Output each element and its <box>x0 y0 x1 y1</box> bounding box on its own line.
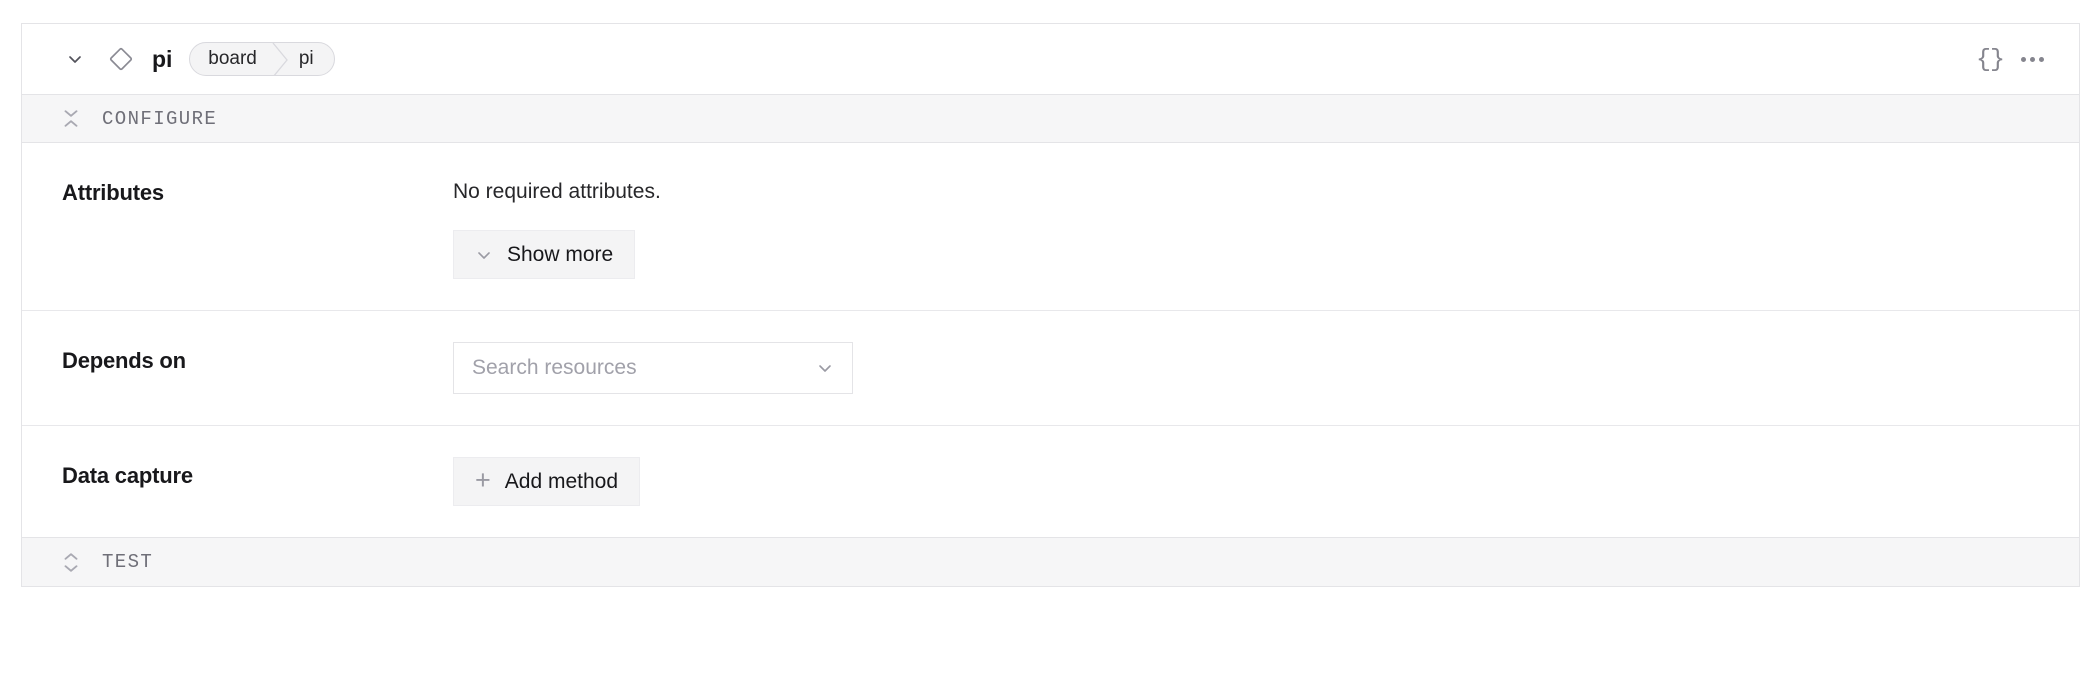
show-more-label: Show more <box>507 242 614 266</box>
diamond-icon <box>106 44 136 74</box>
chevron-down-icon[interactable] <box>815 358 835 378</box>
resource-header: pi board pi {} <box>22 24 2079 94</box>
section-title-configure: CONFIGURE <box>102 107 218 130</box>
breadcrumb[interactable]: board pi <box>189 42 335 76</box>
add-method-button[interactable]: + Add method <box>453 457 641 507</box>
depends-on-placeholder: Search resources <box>472 356 637 380</box>
row-attributes: Attributes No required attributes. Show … <box>22 143 2079 312</box>
row-depends-on: Depends on Search resources <box>22 311 2079 427</box>
row-body-depends-on: Search resources <box>453 342 2039 395</box>
chevron-down-icon[interactable] <box>62 46 88 72</box>
breadcrumb-separator-icon <box>272 43 289 75</box>
expand-icon <box>60 549 82 575</box>
section-header-test[interactable]: TEST <box>22 537 2079 587</box>
breadcrumb-child[interactable]: pi <box>289 43 334 75</box>
chevron-down-icon <box>475 246 493 264</box>
row-label-depends-on: Depends on <box>62 348 186 374</box>
row-label-attributes: Attributes <box>62 180 164 205</box>
section-header-configure[interactable]: CONFIGURE <box>22 94 2079 143</box>
json-braces-icon[interactable]: {} <box>1969 38 2011 80</box>
breadcrumb-parent[interactable]: board <box>190 43 273 75</box>
json-braces-label: {} <box>1975 44 2005 74</box>
ellipsis-icon[interactable] <box>2011 38 2053 80</box>
row-body-attributes: No required attributes. Show more <box>453 174 2039 280</box>
attributes-note: No required attributes. <box>453 180 661 203</box>
resource-config-card: pi board pi {} CONFIGURE Attributes No r… <box>21 23 2080 588</box>
depends-on-select[interactable]: Search resources <box>453 342 853 395</box>
plus-icon: + <box>475 465 491 496</box>
add-method-label: Add method <box>504 469 619 493</box>
ellipsis-dots <box>2020 56 2044 62</box>
section-title-test: TEST <box>102 551 154 574</box>
row-data-capture: Data capture + Add method <box>22 426 2079 538</box>
collapse-icon <box>60 106 82 132</box>
show-more-button[interactable]: Show more <box>453 230 636 280</box>
resource-name: pi <box>152 45 173 72</box>
row-body-data-capture: + Add method <box>453 457 2039 507</box>
row-label-data-capture: Data capture <box>62 463 193 489</box>
